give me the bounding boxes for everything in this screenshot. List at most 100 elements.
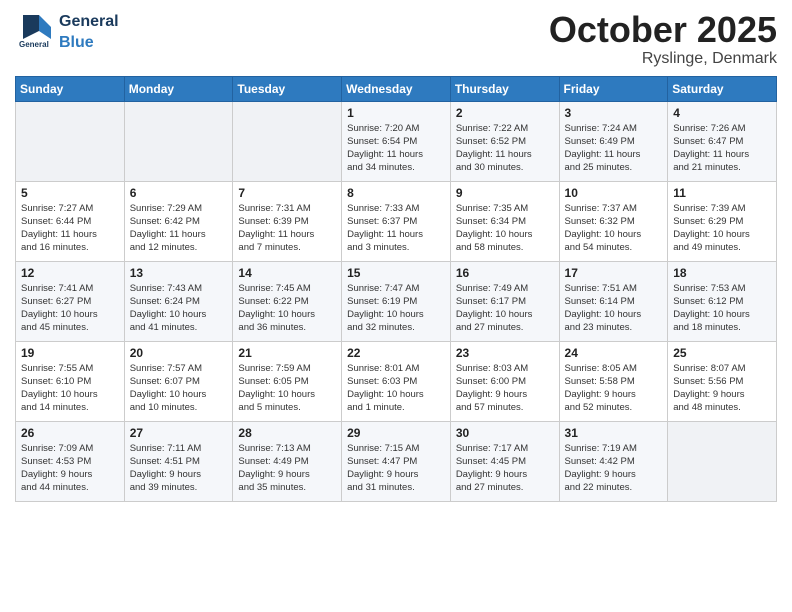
day-info: Sunrise: 7:49 AM Sunset: 6:17 PM Dayligh… [456, 282, 554, 335]
calendar-cell: 3Sunrise: 7:24 AM Sunset: 6:49 PM Daylig… [559, 101, 668, 181]
calendar-cell: 7 Sunrise: 7:31 AM Sunset: 6:39 PM Daylig… [233, 181, 342, 261]
location-title: Ryslinge, Denmark [549, 50, 777, 68]
day-info: Sunrise: 7:31 AM Sunset: 6:39 PM Dayligh… [238, 202, 336, 255]
day-info: Sunrise: 7:29 AM Sunset: 6:42 PM Dayligh… [130, 202, 228, 255]
logo-blue: Blue [59, 34, 94, 51]
calendar-cell: 8 Sunrise: 7:33 AM Sunset: 6:37 PM Daylig… [342, 181, 451, 261]
weekday-header: Friday [559, 76, 668, 101]
calendar-cell: 13Sunrise: 7:43 AM Sunset: 6:24 PM Dayli… [124, 261, 233, 341]
logo-general: General [59, 13, 119, 30]
header: General General Blue October 2025 Ryslin… [15, 10, 777, 68]
calendar-table: SundayMondayTuesdayWednesdayThursdayFrid… [15, 76, 777, 502]
day-number: 20 [130, 346, 228, 360]
day-number: 1 [347, 106, 445, 120]
day-number: 30 [456, 426, 554, 440]
day-number: 24 [565, 346, 663, 360]
day-number: 27 [130, 426, 228, 440]
calendar-cell: 23 Sunrise: 8:03 AM Sunset: 6:00 PM Dayli… [450, 341, 559, 421]
calendar-cell: 4 Sunrise: 7:26 AM Sunset: 6:47 PM Daylig… [668, 101, 777, 181]
day-info: Sunrise: 7:22 AM Sunset: 6:52 PM Dayligh… [456, 122, 554, 175]
calendar-header: SundayMondayTuesdayWednesdayThursdayFrid… [16, 76, 777, 101]
weekday-header: Saturday [668, 76, 777, 101]
day-number: 18 [673, 266, 771, 280]
day-info: Sunrise: 7:24 AM Sunset: 6:49 PM Dayligh… [565, 122, 663, 175]
calendar-cell: 14 Sunrise: 7:45 AM Sunset: 6:22 PM Dayli… [233, 261, 342, 341]
calendar-cell: 15Sunrise: 7:47 AM Sunset: 6:19 PM Dayli… [342, 261, 451, 341]
day-number: 10 [565, 186, 663, 200]
day-info: Sunrise: 7:35 AM Sunset: 6:34 PM Dayligh… [456, 202, 554, 255]
weekday-header: Monday [124, 76, 233, 101]
day-number: 25 [673, 346, 771, 360]
day-number: 22 [347, 346, 445, 360]
day-number: 31 [565, 426, 663, 440]
day-number: 17 [565, 266, 663, 280]
calendar-week-row: 19Sunrise: 7:55 AM Sunset: 6:10 PM Dayli… [16, 341, 777, 421]
calendar-cell: 16 Sunrise: 7:49 AM Sunset: 6:17 PM Dayli… [450, 261, 559, 341]
day-number: 5 [21, 186, 119, 200]
day-info: Sunrise: 8:03 AM Sunset: 6:00 PM Dayligh… [456, 362, 554, 415]
day-number: 23 [456, 346, 554, 360]
day-info: Sunrise: 7:20 AM Sunset: 6:54 PM Dayligh… [347, 122, 445, 175]
day-info: Sunrise: 7:27 AM Sunset: 6:44 PM Dayligh… [21, 202, 119, 255]
calendar-week-row: 1 Sunrise: 7:20 AM Sunset: 6:54 PM Daylig… [16, 101, 777, 181]
day-info: Sunrise: 7:51 AM Sunset: 6:14 PM Dayligh… [565, 282, 663, 335]
day-number: 29 [347, 426, 445, 440]
day-info: Sunrise: 7:37 AM Sunset: 6:32 PM Dayligh… [565, 202, 663, 255]
calendar-cell: 26 Sunrise: 7:09 AM Sunset: 4:53 PM Dayli… [16, 421, 125, 501]
day-info: Sunrise: 7:19 AM Sunset: 4:42 PM Dayligh… [565, 442, 663, 495]
calendar-cell [16, 101, 125, 181]
day-info: Sunrise: 7:17 AM Sunset: 4:45 PM Dayligh… [456, 442, 554, 495]
day-number: 7 [238, 186, 336, 200]
day-info: Sunrise: 7:57 AM Sunset: 6:07 PM Dayligh… [130, 362, 228, 415]
calendar-cell: 19Sunrise: 7:55 AM Sunset: 6:10 PM Dayli… [16, 341, 125, 421]
svg-text:General: General [19, 40, 49, 49]
calendar-cell: 20 Sunrise: 7:57 AM Sunset: 6:07 PM Dayli… [124, 341, 233, 421]
day-number: 21 [238, 346, 336, 360]
day-number: 14 [238, 266, 336, 280]
day-number: 9 [456, 186, 554, 200]
day-info: Sunrise: 7:45 AM Sunset: 6:22 PM Dayligh… [238, 282, 336, 335]
weekday-header: Sunday [16, 76, 125, 101]
calendar-cell: 5 Sunrise: 7:27 AM Sunset: 6:44 PM Daylig… [16, 181, 125, 261]
day-number: 4 [673, 106, 771, 120]
weekday-header: Tuesday [233, 76, 342, 101]
logo-icon: General [15, 11, 55, 51]
calendar-cell: 1 Sunrise: 7:20 AM Sunset: 6:54 PM Daylig… [342, 101, 451, 181]
calendar-cell: 25 Sunrise: 8:07 AM Sunset: 5:56 PM Dayli… [668, 341, 777, 421]
calendar-cell [233, 101, 342, 181]
calendar-cell: 10 Sunrise: 7:37 AM Sunset: 6:32 PM Dayli… [559, 181, 668, 261]
day-info: Sunrise: 7:53 AM Sunset: 6:12 PM Dayligh… [673, 282, 771, 335]
day-info: Sunrise: 8:07 AM Sunset: 5:56 PM Dayligh… [673, 362, 771, 415]
day-info: Sunrise: 8:05 AM Sunset: 5:58 PM Dayligh… [565, 362, 663, 415]
day-info: Sunrise: 8:01 AM Sunset: 6:03 PM Dayligh… [347, 362, 445, 415]
calendar-cell: 30 Sunrise: 7:17 AM Sunset: 4:45 PM Dayli… [450, 421, 559, 501]
day-info: Sunrise: 7:33 AM Sunset: 6:37 PM Dayligh… [347, 202, 445, 255]
day-number: 16 [456, 266, 554, 280]
weekday-header: Thursday [450, 76, 559, 101]
day-info: Sunrise: 7:59 AM Sunset: 6:05 PM Dayligh… [238, 362, 336, 415]
day-number: 11 [673, 186, 771, 200]
calendar-container: General General Blue October 2025 Ryslin… [0, 0, 792, 517]
day-number: 13 [130, 266, 228, 280]
calendar-cell: 21 Sunrise: 7:59 AM Sunset: 6:05 PM Dayli… [233, 341, 342, 421]
calendar-cell: 31 Sunrise: 7:19 AM Sunset: 4:42 PM Dayli… [559, 421, 668, 501]
calendar-cell: 11 Sunrise: 7:39 AM Sunset: 6:29 PM Dayli… [668, 181, 777, 261]
day-number: 15 [347, 266, 445, 280]
day-number: 6 [130, 186, 228, 200]
day-info: Sunrise: 7:39 AM Sunset: 6:29 PM Dayligh… [673, 202, 771, 255]
calendar-week-row: 12Sunrise: 7:41 AM Sunset: 6:27 PM Dayli… [16, 261, 777, 341]
calendar-cell: 28Sunrise: 7:13 AM Sunset: 4:49 PM Dayli… [233, 421, 342, 501]
calendar-cell: 22 Sunrise: 8:01 AM Sunset: 6:03 PM Dayli… [342, 341, 451, 421]
day-info: Sunrise: 7:09 AM Sunset: 4:53 PM Dayligh… [21, 442, 119, 495]
calendar-cell: 27Sunrise: 7:11 AM Sunset: 4:51 PM Dayli… [124, 421, 233, 501]
calendar-week-row: 5 Sunrise: 7:27 AM Sunset: 6:44 PM Daylig… [16, 181, 777, 261]
logo: General General Blue [15, 10, 119, 52]
day-number: 2 [456, 106, 554, 120]
day-number: 28 [238, 426, 336, 440]
calendar-cell [668, 421, 777, 501]
day-info: Sunrise: 7:26 AM Sunset: 6:47 PM Dayligh… [673, 122, 771, 175]
calendar-cell: 18 Sunrise: 7:53 AM Sunset: 6:12 PM Dayli… [668, 261, 777, 341]
day-number: 8 [347, 186, 445, 200]
weekday-header: Wednesday [342, 76, 451, 101]
day-number: 26 [21, 426, 119, 440]
